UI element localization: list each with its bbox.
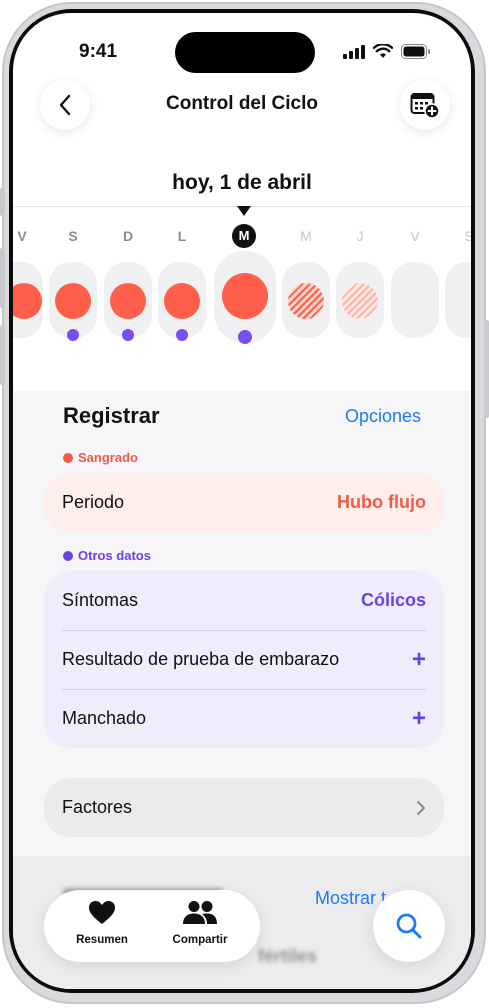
period-day-dot (222, 273, 268, 319)
period-day-dot (110, 283, 146, 319)
day-letter: J (356, 228, 364, 244)
predicted-period-dot (288, 283, 324, 319)
predicted-period-dot (342, 283, 378, 319)
day-cell[interactable] (282, 262, 330, 338)
calendar-add-icon (410, 93, 440, 119)
day-letter: V (17, 228, 27, 244)
factors-row[interactable]: Factores (44, 778, 444, 837)
period-label: Periodo (62, 492, 125, 512)
period-day-dot (13, 283, 42, 319)
chevron-right-icon (416, 800, 426, 815)
log-section-title: Registrar (63, 403, 160, 428)
other-data-tag-label: Otros datos (78, 548, 151, 563)
day-cell[interactable] (445, 262, 471, 338)
symptom-dot (67, 329, 79, 341)
symptoms-value: Cólicos (360, 590, 426, 610)
spotting-row[interactable]: Manchado + (44, 689, 444, 748)
status-time: 9:41 (79, 41, 118, 62)
day-letter: S (68, 228, 78, 244)
options-link[interactable]: Opciones (345, 406, 421, 427)
symptoms-label: Síntomas (62, 590, 139, 610)
day-cell-selected[interactable] (214, 251, 276, 344)
day-cell[interactable] (49, 262, 97, 341)
cellular-signal-icon (343, 44, 365, 59)
day-cell[interactable] (104, 262, 152, 341)
day-cell[interactable] (13, 262, 43, 338)
volume-down-button (0, 325, 5, 385)
dynamic-island (175, 32, 315, 73)
tab-summary[interactable]: Resumen (52, 900, 152, 946)
day-letter: D (122, 228, 134, 244)
other-data-tag: Otros datos (63, 548, 151, 563)
selected-date-title: hoy, 1 de abril (172, 171, 312, 194)
symptom-dot (122, 329, 134, 341)
symptom-dot (238, 330, 252, 344)
pregnancy-test-label: Resultado de prueba de embarazo (62, 649, 340, 669)
tab-bar: Resumen Compartir (44, 890, 260, 962)
other-data-dot (63, 550, 73, 561)
day-cell[interactable] (391, 262, 439, 338)
day-cell[interactable] (158, 262, 206, 341)
tab-share-label: Compartir (172, 934, 228, 946)
day-letter: V (410, 228, 420, 244)
heart-icon (89, 901, 115, 924)
pregnancy-test-row[interactable]: Resultado de prueba de embarazo + (44, 630, 444, 689)
period-value: Hubo flujo (337, 492, 426, 512)
day-cell[interactable] (336, 262, 384, 338)
period-card: Periodo Hubo flujo (44, 473, 444, 532)
add-pregnancy-test-icon[interactable]: + (412, 647, 426, 672)
factors-label: Factores (62, 797, 133, 817)
wifi-icon (373, 44, 393, 58)
bleeding-tag: Sangrado (63, 450, 138, 465)
tab-summary-label: Resumen (76, 934, 128, 946)
status-icons (343, 44, 431, 59)
show-all-link[interactable]: Mostrar t (315, 888, 386, 909)
other-data-card: Síntomas Cólicos Resultado de prueba de … (44, 571, 444, 748)
bleeding-dot (63, 452, 73, 463)
factors-card: Factores (44, 778, 444, 837)
day-letter: S (464, 228, 471, 244)
screen: 9:41 Control del Ciclo hoy, 1 de abril V… (13, 13, 471, 989)
volume-up-button (0, 248, 5, 308)
period-day-dot (164, 283, 200, 319)
battery-icon (401, 44, 430, 59)
tab-share[interactable]: Compartir (150, 900, 250, 946)
symptoms-row[interactable]: Síntomas Cólicos (44, 571, 444, 630)
day-letter: L (177, 228, 187, 244)
period-row[interactable]: Periodo Hubo flujo (44, 473, 444, 532)
mute-switch (0, 188, 5, 216)
add-to-calendar-button[interactable] (400, 80, 450, 130)
today-marker-icon (237, 206, 251, 216)
day-letter: M (300, 228, 312, 244)
side-button (484, 320, 489, 418)
search-button[interactable] (373, 890, 445, 962)
people-icon (183, 901, 217, 924)
spotting-label: Manchado (62, 708, 147, 728)
symptom-dot (176, 329, 188, 341)
bleeding-tag-label: Sangrado (78, 450, 138, 465)
period-day-dot (55, 283, 91, 319)
fertile-text: fértiles (258, 946, 318, 966)
day-letter-selected: M (232, 224, 256, 248)
search-icon (396, 913, 422, 939)
add-spotting-icon[interactable]: + (412, 706, 426, 731)
